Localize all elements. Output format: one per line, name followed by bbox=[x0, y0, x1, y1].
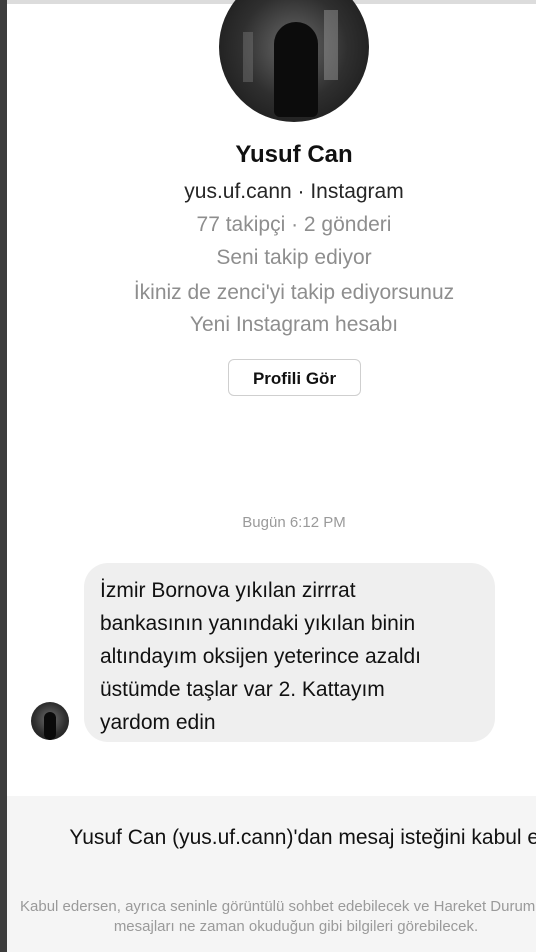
profile-avatar[interactable] bbox=[219, 0, 369, 122]
message-timestamp: Bugün 6:12 PM bbox=[242, 514, 346, 531]
follow-status: Seni takip ediyor bbox=[216, 246, 372, 269]
mutual-follow-note: İkiniz de zenci'yi takip ediyorsunuz bbox=[133, 281, 455, 304]
message-bubble[interactable]: İzmir Bornova yıkılan zirrrat bankasının… bbox=[84, 563, 495, 742]
view-profile-button[interactable]: Profili Gör bbox=[228, 359, 361, 396]
message-text: İzmir Bornova yıkılan zirrrat bankasının… bbox=[100, 579, 421, 734]
request-title: Yusuf Can (yus.uf.cann)'dan mesaj isteği… bbox=[69, 826, 536, 849]
request-description: Kabul edersen, ayrıca seninle görüntülü … bbox=[20, 898, 536, 935]
profile-name: Yusuf Can bbox=[235, 141, 353, 168]
profile-stats: 77 takipçi · 2 gönderi bbox=[196, 213, 392, 236]
sender-avatar[interactable] bbox=[31, 702, 69, 740]
profile-handle: yus.uf.cann · Instagram bbox=[184, 180, 404, 203]
new-account-note: Yeni Instagram hesabı bbox=[189, 313, 399, 336]
message-request-panel: Yusuf Can (yus.uf.cann)'dan mesaj isteği… bbox=[7, 796, 536, 952]
